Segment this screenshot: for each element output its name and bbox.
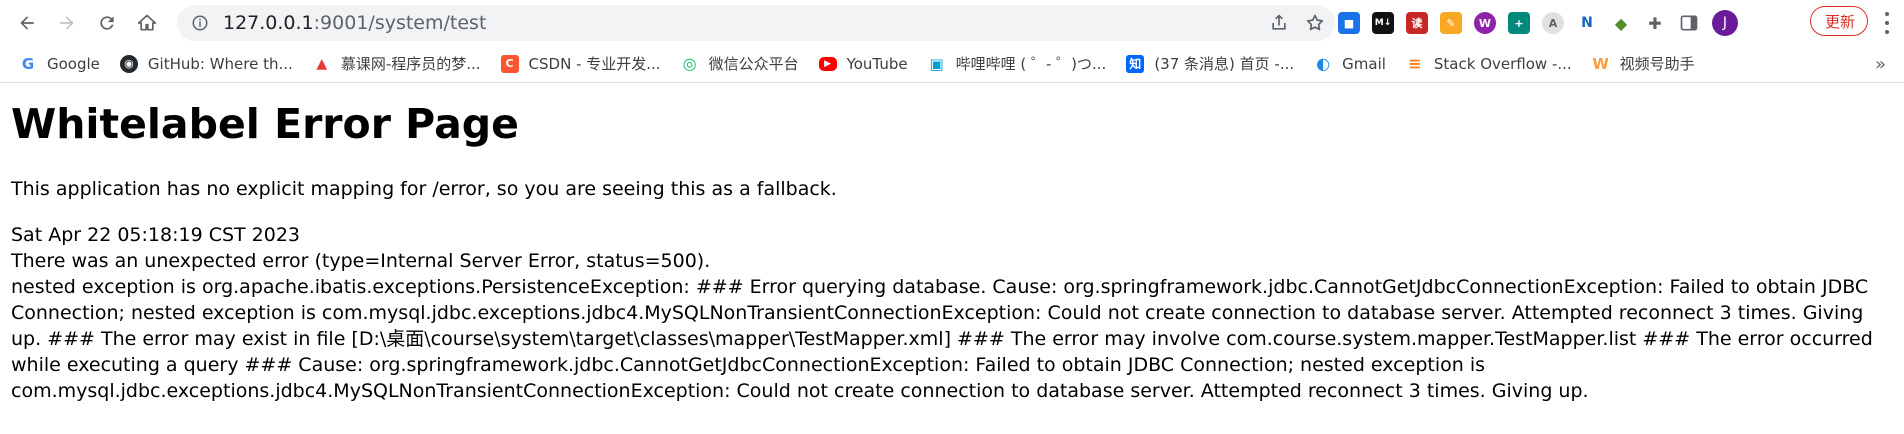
reload-button[interactable] — [90, 6, 124, 40]
star-icon[interactable] — [1305, 13, 1325, 33]
fallback-message: This application has no explicit mapping… — [11, 178, 837, 200]
bookmark-csdn[interactable]: C CSDN - 专业开发... — [491, 50, 671, 78]
error-detail: nested exception is org.apache.ibatis.ex… — [11, 276, 1873, 402]
zhihu-icon: 知 — [1126, 54, 1145, 73]
bookmark-imooc[interactable]: ▲ 慕课网-程序员的梦... — [303, 50, 491, 78]
browser-toolbar: 127.0.0.1:9001/system/test ■ M↓ 读 ✎ W + … — [0, 0, 1904, 45]
gmail-icon: ◐ — [1314, 54, 1333, 73]
bookmark-google[interactable]: G Google — [9, 50, 110, 78]
home-button[interactable] — [130, 6, 164, 40]
ext-notes-icon[interactable]: ✎ — [1440, 12, 1462, 34]
imooc-icon: ▲ — [312, 54, 331, 73]
site-info-icon[interactable] — [191, 14, 209, 32]
back-button[interactable] — [10, 6, 44, 40]
bookmark-stackoverflow[interactable]: ≡ Stack Overflow -... — [1396, 50, 1582, 78]
bookmark-zhihu[interactable]: 知 (37 条消息) 首页 -... — [1116, 50, 1304, 78]
address-bar[interactable]: 127.0.0.1:9001/system/test — [177, 5, 1335, 41]
channels-icon: W — [1591, 54, 1610, 73]
bookmark-channels[interactable]: W 视频号助手 — [1582, 50, 1705, 78]
share-icon[interactable] — [1269, 13, 1289, 33]
ext-grey-a-icon[interactable]: A — [1542, 12, 1564, 34]
bookmarks-bar: G Google ◉ GitHub: Where th... ▲ 慕课网-程序员… — [0, 45, 1904, 83]
bilibili-icon: ▣ — [927, 54, 946, 73]
bookmarks-overflow-icon[interactable]: » — [1875, 54, 1886, 75]
error-status-line: There was an unexpected error (type=Inte… — [11, 250, 711, 272]
arrow-left-icon — [20, 15, 34, 30]
update-button[interactable]: 更新 — [1810, 6, 1869, 36]
google-icon: G — [19, 54, 37, 73]
page-content: Whitelabel Error Page This application h… — [11, 96, 1894, 404]
bookmark-wechat[interactable]: ◎ 微信公众平台 — [671, 50, 809, 78]
url-path: :9001/system/test — [313, 12, 487, 34]
error-timestamp: Sat Apr 22 05:18:19 CST 2023 — [11, 224, 301, 246]
profile-avatar[interactable]: J — [1712, 10, 1738, 36]
youtube-icon: ▶ — [818, 56, 837, 71]
extensions-row: ■ M↓ 读 ✎ W + A N ◆ ✚ J — [1338, 7, 1738, 39]
page-title: Whitelabel Error Page — [11, 100, 519, 148]
update-label: 更新 — [1825, 12, 1856, 31]
puzzle-icon[interactable]: ✚ — [1644, 12, 1666, 34]
ext-purple-w-icon[interactable]: W — [1474, 12, 1496, 34]
arrow-right-icon — [60, 15, 74, 30]
url-text[interactable]: 127.0.0.1:9001/system/test — [223, 12, 486, 34]
ext-blue-square-icon[interactable]: ■ — [1338, 12, 1360, 34]
url-host: 127.0.0.1 — [223, 12, 314, 34]
stackoverflow-icon: ≡ — [1405, 54, 1424, 73]
sidepanel-icon[interactable] — [1678, 12, 1700, 34]
bookmark-gmail[interactable]: ◐ Gmail — [1304, 50, 1396, 78]
bookmark-bilibili[interactable]: ▣ 哔哩哔哩 ( ゜- ゜)つ... — [918, 50, 1117, 78]
ext-green-plus-icon[interactable]: + — [1508, 12, 1530, 34]
forward-button[interactable] — [50, 6, 84, 40]
home-icon — [137, 14, 157, 30]
bookmark-youtube[interactable]: ▶ YouTube — [809, 50, 918, 78]
github-icon: ◉ — [119, 54, 138, 73]
ext-blue-n-icon[interactable]: N — [1576, 12, 1598, 34]
ext-red-du-icon[interactable]: 读 — [1406, 12, 1428, 34]
reload-icon — [100, 15, 114, 30]
kebab-menu-icon[interactable] — [1879, 12, 1895, 34]
bookmark-github[interactable]: ◉ GitHub: Where th... — [110, 50, 303, 78]
wechat-mp-icon: ◎ — [680, 54, 699, 73]
ext-shield-icon[interactable]: ◆ — [1610, 12, 1632, 34]
csdn-icon: C — [500, 54, 519, 73]
ext-markdown-icon[interactable]: M↓ — [1372, 12, 1394, 34]
